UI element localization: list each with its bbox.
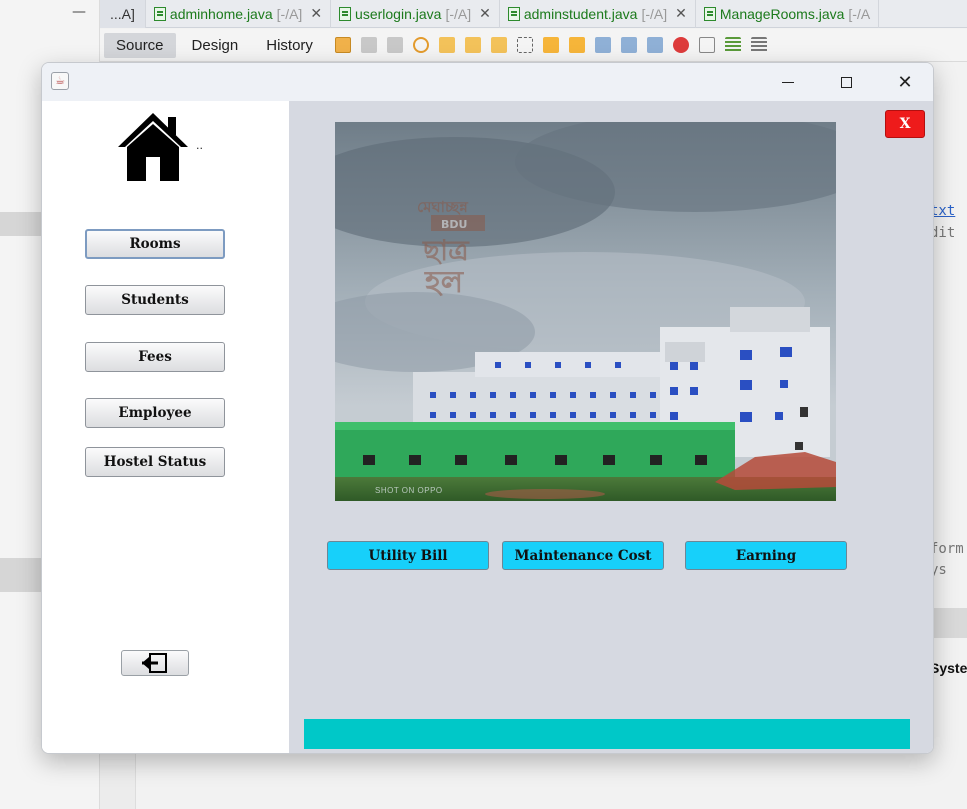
- minimize-icon: [782, 81, 794, 83]
- back-icon[interactable]: [360, 37, 377, 53]
- sidebar: .. Rooms Students Fees Employee Hostel S…: [42, 101, 289, 753]
- main-content: X মেঘাচ্ছন্ন BDU ছাত্র হল SHOT ON OPPO U…: [289, 101, 933, 753]
- hostel-photo: মেঘাচ্ছন্ন BDU ছাত্র হল SHOT ON OPPO: [335, 122, 836, 501]
- editor-tab-userlogin[interactable]: userlogin.java [-/A] ✕: [331, 0, 500, 28]
- photo-credit: SHOT ON OPPO: [375, 486, 443, 495]
- close-icon[interactable]: ✕: [479, 5, 491, 22]
- output-panel-text: Syste: [930, 660, 967, 676]
- next-bookmark-icon[interactable]: [568, 37, 585, 53]
- toggle-selection-icon[interactable]: [516, 37, 533, 53]
- toggle-bookmark-icon[interactable]: [594, 37, 611, 53]
- hostel-building-image: মেঘাচ্ছন্ন BDU ছাত্র হল: [335, 122, 836, 501]
- maximize-button[interactable]: [817, 63, 875, 101]
- panel-minimize-button[interactable]: —: [72, 4, 86, 20]
- tab-modifier: [-/A]: [445, 5, 472, 22]
- stop-macro-icon[interactable]: [698, 37, 715, 53]
- tab-label: adminstudent.java: [523, 5, 638, 22]
- record-macro-icon[interactable]: [672, 37, 689, 53]
- find-previous-icon[interactable]: [438, 37, 455, 53]
- code-fragment: form: [930, 541, 964, 557]
- window-titlebar[interactable]: ☕ ✕: [42, 63, 933, 101]
- previous-bookmark-icon[interactable]: [542, 37, 559, 53]
- logout-icon: [142, 653, 167, 673]
- shift-right-icon[interactable]: [646, 37, 663, 53]
- watermark-text: ছাত্র: [422, 234, 470, 267]
- toggle-highlight-icon[interactable]: [490, 37, 507, 53]
- editor-tab-adminstudent[interactable]: adminstudent.java [-/A] ✕: [500, 0, 696, 28]
- earning-button[interactable]: Earning: [685, 541, 847, 570]
- uncomment-icon[interactable]: [750, 37, 767, 53]
- editor-toolbar: Source Design History: [100, 29, 967, 62]
- watermark-text: মেঘাচ্ছন্ন: [417, 198, 469, 216]
- comment-icon[interactable]: [724, 37, 741, 53]
- watermark-text: হল: [424, 265, 465, 300]
- history-view-tab[interactable]: History: [254, 33, 325, 58]
- status-bar: [304, 719, 910, 749]
- tab-label: ManageRooms.java: [719, 5, 845, 22]
- java-file-icon: [153, 6, 166, 21]
- close-icon[interactable]: ✕: [675, 5, 687, 22]
- utility-bill-button[interactable]: Utility Bill: [327, 541, 489, 570]
- editor-tab-overflow[interactable]: ...A]: [100, 0, 146, 28]
- rooms-button[interactable]: Rooms: [85, 229, 225, 259]
- tab-modifier: [-/A: [848, 5, 871, 22]
- tab-label: ...A]: [110, 5, 135, 22]
- tab-modifier: [-/A]: [276, 5, 303, 22]
- window-close-button[interactable]: ✕: [876, 63, 933, 101]
- employee-button[interactable]: Employee: [85, 398, 225, 428]
- minimize-button[interactable]: [759, 63, 817, 101]
- close-icon: ✕: [897, 71, 913, 93]
- design-view-tab[interactable]: Design: [180, 33, 251, 58]
- tab-modifier: [-/A]: [641, 5, 668, 22]
- maintenance-cost-button[interactable]: Maintenance Cost: [502, 541, 664, 570]
- maximize-icon: [840, 76, 852, 88]
- tab-label: adminhome.java: [169, 5, 273, 22]
- tab-label: userlogin.java: [355, 5, 442, 22]
- java-file-icon: [507, 6, 520, 21]
- last-edit-icon[interactable]: [334, 37, 351, 53]
- forward-icon[interactable]: [386, 37, 403, 53]
- java-cup-icon: ☕: [51, 72, 69, 90]
- output-panel-header: [930, 608, 967, 638]
- close-icon[interactable]: ✕: [310, 5, 322, 22]
- exit-button[interactable]: X: [885, 110, 925, 138]
- home-icon[interactable]: [116, 111, 190, 183]
- admin-home-window: ☕ ✕ .. Rooms Students Fees Employee Host…: [41, 62, 934, 754]
- watermark-text: BDU: [441, 218, 467, 231]
- fees-button[interactable]: Fees: [85, 342, 225, 372]
- java-file-icon: [703, 6, 716, 21]
- hostel-status-button[interactable]: Hostel Status: [85, 447, 225, 477]
- search-icon[interactable]: [412, 37, 429, 53]
- find-next-icon[interactable]: [464, 37, 481, 53]
- editor-tab-bar: ...A] adminhome.java [-/A] ✕ userlogin.j…: [100, 0, 967, 28]
- students-button[interactable]: Students: [85, 285, 225, 315]
- editor-tab-managerooms[interactable]: ManageRooms.java [-/A: [696, 0, 880, 28]
- editor-tab-adminhome[interactable]: adminhome.java [-/A] ✕: [146, 0, 332, 28]
- logout-button[interactable]: [121, 650, 189, 676]
- home-label-dots: ..: [196, 139, 203, 152]
- source-view-tab[interactable]: Source: [104, 32, 176, 58]
- shift-left-icon[interactable]: [620, 37, 637, 53]
- java-file-icon: [339, 6, 352, 21]
